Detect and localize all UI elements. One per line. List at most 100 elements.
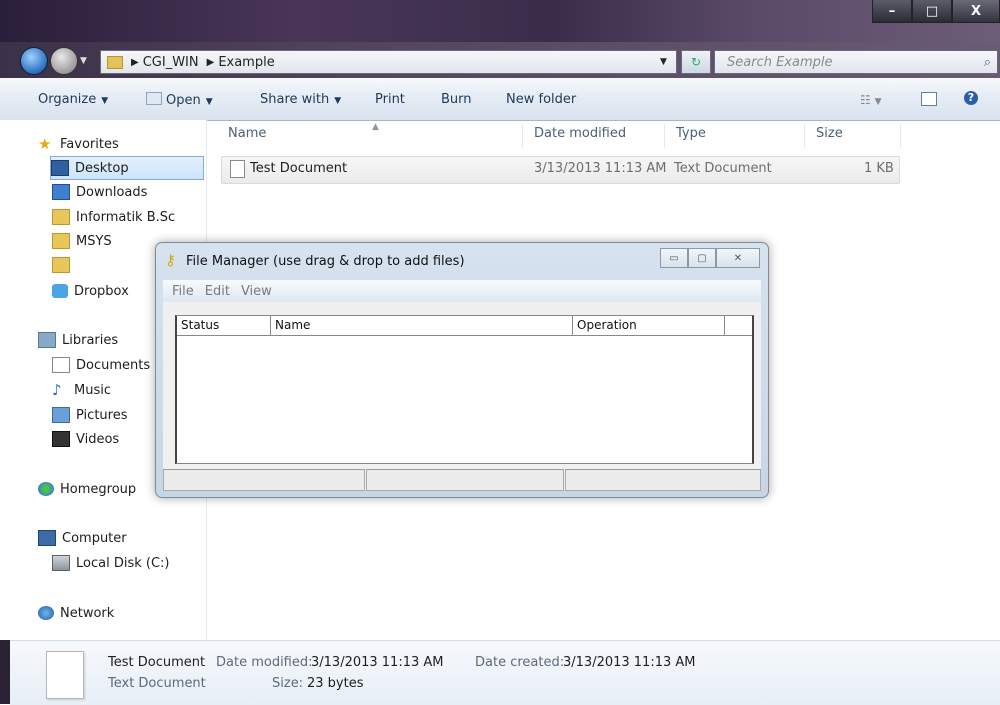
nav-computer[interactable]: Computer — [38, 527, 127, 549]
nav-videos[interactable]: Videos — [52, 428, 119, 450]
caption-buttons: – □ X — [872, 0, 1000, 23]
file-name[interactable]: Test Document — [250, 161, 347, 176]
nav-label: Documents — [76, 357, 151, 373]
column-header-size[interactable]: Size — [816, 120, 843, 148]
nav-desktop[interactable]: Desktop — [50, 156, 204, 180]
breadcrumb-example[interactable]: Example — [218, 55, 274, 70]
dialog-menubar: File Edit View — [163, 280, 761, 302]
nav-libraries[interactable]: Libraries — [38, 329, 118, 351]
nav-favorites[interactable]: ★ Favorites — [38, 133, 119, 155]
details-size-label: Size: — [272, 676, 304, 691]
dialog-minimize-button[interactable]: ▭ — [660, 248, 688, 268]
column-header-date-modified[interactable]: Date modified — [534, 120, 626, 148]
nav-network[interactable]: Network — [38, 602, 114, 624]
menu-view[interactable]: View — [241, 284, 272, 299]
command-bar: Organize ▼ Open ▼ Share with ▼ Print Burn N… — [0, 78, 1000, 121]
breadcrumb-separator-icon[interactable]: ▶ — [207, 57, 215, 68]
pictures-icon — [52, 407, 70, 423]
new-folder-button[interactable]: New folder — [506, 92, 576, 107]
column-header-operation[interactable]: Operation — [573, 316, 725, 335]
text-document-icon — [46, 651, 84, 699]
documents-icon — [52, 357, 70, 373]
refresh-button[interactable]: ↻ — [681, 50, 711, 74]
share-with-button[interactable]: Share with ▼ — [260, 92, 341, 107]
minimize-button[interactable]: – — [872, 0, 912, 23]
address-bar[interactable]: ▶ CGI_WIN ▶ Example — [100, 50, 677, 74]
details-file-type: Text Document — [108, 676, 206, 691]
column-divider[interactable] — [522, 124, 523, 148]
operations-list[interactable]: Status Name Operation — [175, 315, 754, 464]
nav-label: Pictures — [76, 407, 128, 423]
text-file-icon — [230, 160, 245, 178]
dialog-close-button[interactable]: ✕ — [716, 248, 760, 268]
folder-icon — [107, 55, 123, 69]
column-header-status[interactable]: Status — [177, 316, 271, 335]
back-button[interactable] — [20, 47, 48, 75]
details-file-name: Test Document — [108, 655, 206, 670]
nav-label: Favorites — [60, 136, 119, 152]
nav-unnamed-folder[interactable] — [52, 254, 76, 276]
help-icon[interactable]: ? — [964, 91, 978, 105]
open-button[interactable]: Open ▼ — [146, 92, 213, 108]
status-panel — [163, 469, 365, 491]
status-panel — [366, 469, 564, 491]
forward-button[interactable] — [50, 47, 78, 75]
close-button[interactable]: X — [952, 0, 1000, 23]
column-divider[interactable] — [664, 124, 665, 148]
maximize-button[interactable]: □ — [912, 0, 952, 23]
folder-icon — [52, 257, 70, 273]
downloads-icon — [52, 184, 70, 200]
nav-label: Computer — [62, 530, 127, 546]
star-icon: ★ — [38, 135, 52, 153]
search-icon[interactable]: ⌕ — [984, 55, 991, 70]
file-manager-dialog[interactable]: ⚷ File Manager (use drag & drop to add f… — [155, 242, 769, 498]
nav-label: Network — [60, 605, 115, 621]
menu-edit[interactable]: Edit — [205, 284, 230, 299]
nav-music[interactable]: ♪ Music — [52, 379, 111, 401]
preview-pane-icon[interactable] — [921, 92, 937, 106]
address-dropdown-icon[interactable]: ▼ — [660, 57, 667, 67]
file-size: 1 KB — [864, 161, 894, 176]
search-placeholder: Search Example — [727, 54, 833, 70]
nav-label: Downloads — [76, 184, 148, 200]
nav-documents[interactable]: Documents — [52, 354, 150, 376]
details-date-modified-label: Date modified: — [216, 655, 313, 670]
dialog-maximize-button[interactable]: ▢ — [688, 248, 716, 268]
nav-label: Local Disk (C:) — [76, 555, 170, 571]
window-titlebar: – □ X — [0, 0, 1000, 42]
sort-ascending-icon: ▲ — [372, 122, 379, 132]
share-with-label: Share with — [260, 92, 330, 107]
nav-label: Homegroup — [60, 481, 137, 497]
nav-homegroup[interactable]: Homegroup — [38, 478, 136, 500]
nav-label: MSYS — [76, 233, 112, 249]
file-type: Text Document — [674, 161, 772, 176]
column-divider[interactable] — [900, 124, 901, 148]
computer-icon — [38, 530, 56, 546]
column-header-type[interactable]: Type — [676, 120, 706, 148]
dialog-client-area: Status Name Operation — [163, 302, 761, 491]
print-button[interactable]: Print — [375, 92, 405, 107]
search-input[interactable]: Search Example ⌕ — [714, 50, 998, 74]
network-icon — [38, 606, 54, 620]
change-view-icon[interactable]: ☷ ▼ — [860, 93, 882, 107]
nav-msys[interactable]: MSYS — [52, 230, 112, 252]
open-label: Open — [166, 93, 201, 108]
dropbox-icon — [52, 284, 68, 298]
menu-file[interactable]: File — [172, 284, 194, 299]
nav-informatik[interactable]: Informatik B.Sc — [52, 206, 175, 228]
burn-button[interactable]: Burn — [441, 92, 472, 107]
column-header-name[interactable]: Name — [271, 316, 573, 335]
document-icon — [146, 92, 162, 105]
nav-label: Videos — [76, 431, 120, 447]
breadcrumb-separator-icon[interactable]: ▶ — [131, 57, 139, 68]
nav-pictures[interactable]: Pictures — [52, 404, 127, 426]
column-divider[interactable] — [804, 124, 805, 148]
recent-pages-dropdown-icon[interactable]: ▼ — [80, 56, 87, 66]
breadcrumb-cgi-win[interactable]: CGI_WIN — [143, 55, 199, 70]
folder-icon — [52, 233, 70, 249]
organize-button[interactable]: Organize ▼ — [38, 92, 108, 107]
nav-dropbox[interactable]: Dropbox — [52, 280, 129, 302]
column-header-name[interactable]: Name — [228, 120, 266, 148]
nav-local-disk[interactable]: Local Disk (C:) — [52, 552, 169, 574]
nav-downloads[interactable]: Downloads — [52, 181, 147, 203]
